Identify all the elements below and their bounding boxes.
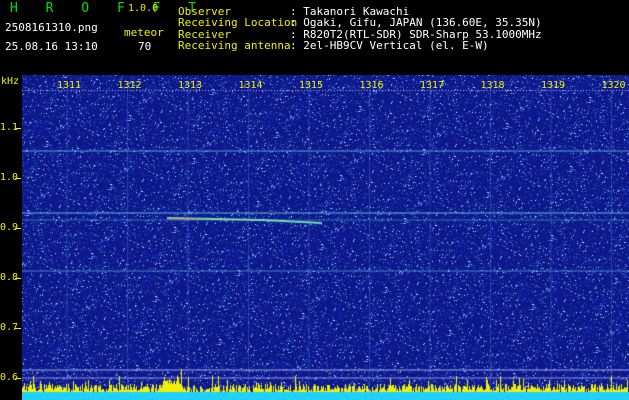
y-tick-mark bbox=[15, 128, 21, 129]
info-value-location: : Ogaki, Gifu, JAPAN (136.60E, 35.35N) bbox=[290, 16, 542, 29]
y-tick-mark bbox=[15, 278, 21, 279]
x-tick-label: 1315 bbox=[299, 80, 324, 91]
y-tick-mark bbox=[15, 228, 21, 229]
file-datetime: 25.08.16 13:10 bbox=[5, 40, 98, 53]
x-tick-label: 1311 bbox=[57, 80, 82, 91]
x-tick-label: 1320 bbox=[601, 80, 626, 91]
y-tick-mark bbox=[15, 178, 21, 179]
y-axis-unit: kHz bbox=[1, 76, 20, 87]
header-panel: H R O F F T 1.0.0 2508161310.png meteor … bbox=[0, 0, 629, 75]
app-title: H R O F F T bbox=[10, 1, 207, 16]
x-tick-label: 1318 bbox=[480, 80, 505, 91]
y-tick-mark bbox=[15, 328, 21, 329]
meteor-count: 70 bbox=[138, 40, 152, 53]
app-version: 1.0.0 bbox=[128, 3, 159, 14]
info-key-location: Receiving Location bbox=[178, 16, 298, 29]
spectrogram-canvas bbox=[22, 75, 629, 400]
meteor-label: meteor bbox=[124, 26, 164, 39]
file-name: 2508161310.png bbox=[5, 21, 98, 34]
info-key-antenna: Receiving antenna bbox=[178, 39, 291, 52]
y-tick-mark bbox=[15, 378, 21, 379]
x-tick-label: 1319 bbox=[541, 80, 566, 91]
x-tick-label: 1316 bbox=[359, 80, 384, 91]
x-tick-label: 1314 bbox=[238, 80, 263, 91]
info-value-antenna: : 2el-HB9CV Vertical (el. E-W) bbox=[290, 39, 489, 52]
x-tick-label: 1313 bbox=[178, 80, 203, 91]
x-tick-label: 1312 bbox=[117, 80, 142, 91]
x-tick-label: 1317 bbox=[420, 80, 445, 91]
